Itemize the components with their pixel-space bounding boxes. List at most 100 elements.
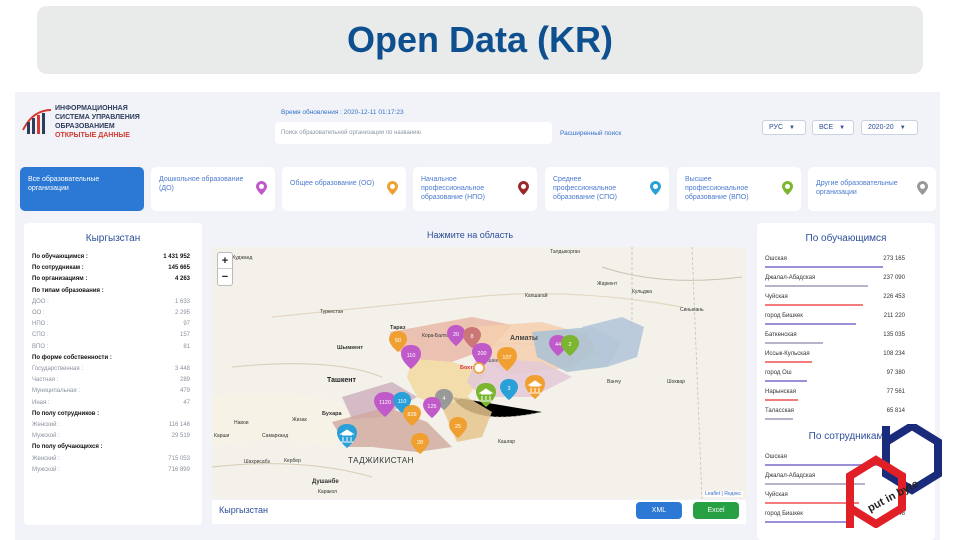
region-bar	[765, 521, 848, 523]
map-label: Жизак	[292, 417, 307, 423]
region-row[interactable]: город Ош 97 380	[757, 368, 935, 387]
region-map[interactable]: Худжанд Тараз Кора-Балта Шымкент Туркест…	[212, 247, 746, 499]
region-name[interactable]: Иссык-Кульская	[765, 351, 810, 357]
region-row[interactable]: Иссык-Кульская 108 234	[757, 349, 935, 368]
tab-spo[interactable]: Среднее профессиональное образование (СП…	[545, 167, 669, 211]
tab-general[interactable]: Общее образование (ОО)	[282, 167, 406, 211]
summary-row: Иная : 47	[24, 398, 202, 409]
zoom-control: + −	[217, 252, 233, 286]
search-input[interactable]: Поиск образовательной организации по наз…	[275, 122, 552, 144]
summary-row: По полу обучающихся :	[24, 442, 202, 453]
advanced-search-link[interactable]: Расширенный поиск	[560, 130, 621, 137]
tab-other[interactable]: Другие образовательные организации	[808, 167, 936, 211]
logo-text[interactable]: ИНФОРМАЦИОННАЯ СИСТЕМА УПРАВЛЕНИЯ ОБРАЗО…	[55, 104, 140, 140]
marker-count: 44	[555, 342, 561, 348]
scope-select[interactable]: ВСЕ ▼	[812, 120, 854, 135]
map-pin-icon	[782, 181, 793, 195]
summary-rows: По обучающимся : 1 431 952 По сотрудникам …	[24, 252, 202, 476]
region-row[interactable]: Баткенская 135 035	[757, 330, 935, 349]
map-canvas[interactable]: Худжанд Тараз Кора-Балта Шымкент Туркест…	[212, 247, 746, 499]
tab-label: Начальное профессиональное образование (…	[421, 176, 485, 201]
region-value: 237 090	[883, 275, 905, 281]
map-label: Бухара	[322, 411, 342, 417]
region-bar	[765, 361, 813, 363]
map-label: Кашгар	[498, 439, 515, 445]
region-bar	[765, 285, 868, 287]
zoom-in-button[interactable]: +	[218, 253, 232, 269]
summary-label: НПО :	[32, 321, 49, 328]
map-label: Душанбе	[312, 478, 339, 485]
excel-button[interactable]: Excel	[693, 502, 739, 519]
logo-line: СИСТЕМА УПРАВЛЕНИЯ	[55, 114, 140, 121]
region-name[interactable]: Нарынская	[765, 389, 796, 395]
summary-label: Женский :	[32, 422, 60, 429]
capital-marker[interactable]	[473, 362, 485, 374]
marker-count: 25	[455, 424, 461, 430]
map-label: Туркестан	[320, 309, 344, 315]
tab-npo[interactable]: Начальное профессиональное образование (…	[413, 167, 537, 211]
update-time: Время обновления : 2020-12-11 01:17:23	[281, 109, 404, 116]
logo-line: ИНФОРМАЦИОННАЯ	[55, 105, 128, 112]
region-name[interactable]: Джалал-Абадская	[765, 473, 815, 479]
map-label: Синьюань	[680, 307, 704, 313]
summary-label: По типам образования :	[32, 287, 104, 294]
region-name[interactable]: Чуйская	[765, 492, 788, 498]
summary-label: По полу сотрудников :	[32, 410, 100, 417]
summary-label: По сотрудникам :	[32, 265, 84, 272]
summary-value: 1 633	[174, 298, 190, 305]
region-value: 65 814	[886, 408, 905, 414]
tab-label: Другие образовательные организации	[816, 180, 898, 196]
summary-value: 4 263	[174, 276, 190, 283]
map-title: Нажмите на область	[427, 230, 514, 240]
region-name[interactable]: Ошская	[765, 454, 787, 460]
xml-button[interactable]: XML	[636, 502, 682, 519]
region-row[interactable]: Ошская 273 165	[757, 254, 935, 273]
summary-label: Мужской :	[32, 466, 60, 473]
year-value: 2020-20	[868, 124, 894, 131]
map-label: Жаркент	[597, 281, 618, 287]
region-name[interactable]: Джалал-Абадская	[765, 275, 815, 281]
region-value: 135 035	[883, 332, 905, 338]
summary-label: Мужской :	[32, 433, 60, 440]
logo-icon[interactable]	[19, 104, 55, 140]
map-label: Капшагай	[525, 292, 548, 299]
region-bar	[765, 399, 799, 401]
summary-value: 116 146	[168, 422, 190, 429]
language-value: РУС	[769, 124, 784, 131]
map-label: Алматы	[510, 335, 538, 342]
region-row[interactable]: Нарынская 77 561	[757, 387, 935, 406]
region-value: 108 234	[883, 351, 905, 357]
map-label: Самарканд	[262, 433, 288, 439]
map-attribution[interactable]: Leaflet | Яндекс	[703, 491, 743, 497]
summary-row: Женский : 715 053	[24, 454, 202, 465]
summary-label: По полу обучающихся :	[32, 444, 103, 451]
region-name[interactable]: город Бишкек	[765, 313, 803, 319]
year-select[interactable]: 2020-20 ▼	[861, 120, 918, 135]
chevron-down-icon: ▼	[789, 125, 795, 131]
region-name[interactable]: Ошская	[765, 256, 787, 262]
region-name[interactable]: Баткенская	[765, 332, 797, 338]
zoom-out-button[interactable]: −	[218, 269, 232, 285]
region-value: 226 453	[883, 294, 905, 300]
region-name[interactable]: Чуйская	[765, 294, 788, 300]
tab-vpo[interactable]: Высшее профессиональное образование (ВПО…	[677, 167, 801, 211]
region-row[interactable]: Джалал-Абадская 237 090	[757, 273, 935, 292]
marker-count: 28	[417, 440, 423, 446]
summary-value: 81	[183, 343, 190, 350]
region-name[interactable]: город Бишкек	[765, 511, 803, 517]
region-bar	[765, 380, 808, 382]
tab-all[interactable]: Все образовательные организации	[20, 167, 144, 211]
region-row[interactable]: Таласская 65 814	[757, 406, 935, 425]
students-title: По обучающимся	[805, 233, 887, 244]
region-name[interactable]: Таласская	[765, 408, 794, 414]
region-row[interactable]: город Бишкек 211 220	[757, 311, 935, 330]
marker-count: 828	[407, 412, 416, 418]
region-bar	[765, 266, 883, 268]
marker-count: 200	[477, 351, 486, 357]
summary-value: 715 053	[168, 455, 190, 462]
language-select[interactable]: РУС ▼	[762, 120, 806, 135]
tab-preschool[interactable]: Дошкольное образование (ДО)	[151, 167, 275, 211]
region-row[interactable]: Чуйская 226 453	[757, 292, 935, 311]
region-name[interactable]: город Ош	[765, 370, 792, 376]
summary-value: 2 295	[174, 310, 190, 317]
